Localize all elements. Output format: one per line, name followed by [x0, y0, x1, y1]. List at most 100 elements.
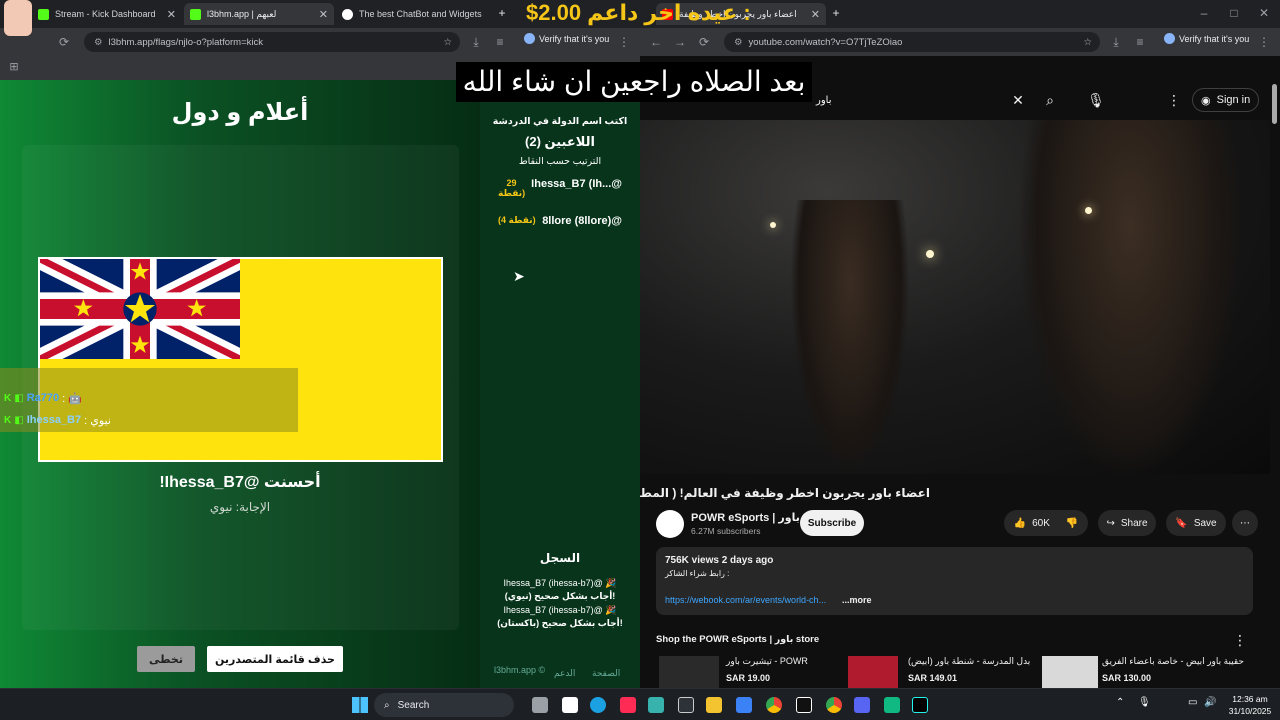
chrome-icon[interactable] — [766, 697, 782, 713]
discord-icon[interactable] — [854, 697, 870, 713]
more-actions-button[interactable]: ⋯ — [1232, 510, 1258, 536]
left-browser-window: Stream - Kick Dashboard ✕ l3bhm.app | لع… — [0, 0, 640, 688]
product-image[interactable] — [1042, 656, 1098, 688]
app-icon[interactable] — [736, 697, 752, 713]
back-icon[interactable]: ← — [648, 34, 664, 50]
settings-icon[interactable] — [678, 697, 694, 713]
url-field[interactable]: ⚙ youtube.com/watch?v=O7TjTeZOiao ☆ — [724, 32, 1100, 52]
product-price: SAR 149.01 — [908, 673, 958, 683]
footer-page[interactable]: الصفحة — [592, 668, 620, 679]
app-icon[interactable] — [796, 697, 812, 713]
verify-chip[interactable]: Verify that it's you — [1164, 33, 1249, 44]
start-icon[interactable] — [352, 697, 368, 713]
channel-name[interactable]: POWR eSports | باور — [691, 511, 800, 524]
chrome-icon[interactable] — [826, 697, 842, 713]
footer-copyright[interactable]: l3bhm.app © — [494, 665, 545, 675]
clear-leaderboard-button[interactable]: حذف قائمة المتصدرين — [207, 646, 343, 672]
chat-message: K ◧ Ra770 : 🤖 — [0, 388, 82, 408]
menu-icon[interactable]: ⋮ — [1256, 34, 1272, 50]
star-icon[interactable]: ☆ — [443, 37, 452, 48]
description-link[interactable]: https://webook.com/ar/events/world-ch... — [665, 595, 826, 605]
save-button[interactable]: 🔖 Save — [1166, 510, 1226, 536]
product-card[interactable]: حقيبة باور ابيض - خاصة باعضاء الفريق SAR… — [1102, 656, 1244, 688]
tune-icon: ⚙ — [94, 36, 103, 48]
url-field[interactable]: ⚙ l3bhm.app/flags/njlo-o?platform=kick ☆ — [84, 32, 460, 52]
tray-chevron-icon[interactable]: ⌃ — [1116, 697, 1124, 708]
close-icon[interactable]: ✕ — [811, 8, 820, 21]
skip-button[interactable]: تخطى — [137, 646, 195, 672]
menu-icon[interactable]: ⋮ — [616, 34, 632, 50]
tab-kick-dashboard[interactable]: Stream - Kick Dashboard ✕ — [32, 3, 182, 25]
product-price: SAR 130.00 — [1102, 673, 1152, 683]
kick-badge-icon: K — [4, 392, 12, 404]
system-clock[interactable]: 12:36 am 31/10/2025 — [1222, 693, 1278, 717]
thumb-up-icon: 👍 — [1013, 517, 1027, 529]
edge-icon[interactable] — [590, 697, 606, 713]
more-icon[interactable]: ⋮ — [1164, 90, 1184, 110]
folder-icon[interactable] — [706, 697, 722, 713]
apps-icon[interactable]: ⊞ — [6, 59, 22, 75]
clear-search-icon[interactable]: ✕ — [1008, 90, 1028, 110]
firefighter-right — [1020, 120, 1240, 474]
correct-answer-message: !Ihessa_B7@ أحسنت — [159, 474, 321, 491]
star-icon[interactable]: ☆ — [1083, 37, 1092, 48]
video-player[interactable] — [640, 120, 1270, 474]
media-icon[interactable]: ≡ — [492, 34, 508, 50]
product-card[interactable]: تيشيرت باور - POWR SAR 19.00 — [726, 656, 808, 688]
file-icon[interactable] — [562, 697, 578, 713]
maximize-icon[interactable]: □ — [1226, 5, 1242, 21]
volume-icon[interactable]: 🔊 — [1204, 697, 1216, 708]
search-input[interactable]: باور — [816, 88, 1032, 112]
product-image[interactable] — [848, 656, 898, 688]
product-card[interactable]: بدل المدرسة - شنطة باور (ابيض) SAR 149.0… — [908, 656, 1030, 688]
close-icon[interactable]: ✕ — [167, 8, 176, 21]
reload-icon[interactable]: ⟳ — [56, 34, 72, 50]
taskbar-search[interactable]: ⌕ Search — [374, 693, 514, 717]
app-icon[interactable] — [884, 697, 900, 713]
download-icon[interactable]: ⤓ — [468, 34, 484, 50]
download-icon[interactable]: ⤓ — [1108, 34, 1124, 50]
chatbot-favicon-icon — [342, 8, 353, 20]
close-icon[interactable]: ✕ — [319, 8, 328, 21]
kick-badge-icon: K — [4, 414, 12, 426]
footer-support[interactable]: الدعم — [554, 668, 575, 679]
product-image[interactable] — [659, 656, 719, 688]
app-icon[interactable] — [648, 697, 664, 713]
task-view-icon[interactable] — [532, 697, 548, 713]
light-dot — [770, 222, 776, 228]
tiktok-icon[interactable] — [912, 697, 928, 713]
reload-icon[interactable]: ⟳ — [696, 34, 712, 50]
tiktok-live-icon[interactable] — [620, 697, 636, 713]
thumb-down-icon[interactable]: 👎 — [1066, 518, 1078, 529]
minimize-icon[interactable]: – — [1196, 5, 1212, 21]
media-icon[interactable]: ≡ — [1132, 34, 1148, 50]
verify-label: Verify that it's you — [539, 33, 610, 44]
subscribe-button[interactable]: Subscribe — [800, 510, 864, 536]
mic-icon[interactable]: 🎙 — [1138, 697, 1151, 708]
tune-icon: ⚙ — [734, 36, 743, 48]
search-query: باور — [816, 94, 832, 106]
product-name: حقيبة باور ابيض - خاصة باعضاء الفريق — [1102, 656, 1245, 666]
share-button[interactable]: ↪ Share — [1098, 510, 1156, 536]
description-box[interactable]: 756K views 2 days ago رابط شراء الشاكر :… — [656, 547, 1253, 615]
close-window-icon[interactable]: ✕ — [1256, 5, 1272, 21]
new-tab-icon[interactable]: + — [494, 5, 510, 21]
channel-avatar[interactable] — [656, 510, 684, 538]
more-link[interactable]: ...more — [842, 595, 872, 605]
shop-more-icon[interactable]: ⋮ — [1230, 630, 1250, 650]
new-tab-icon[interactable]: + — [828, 5, 844, 21]
stream-caption: بعد الصلاه راجعين ان شاء الله — [456, 62, 812, 102]
search-icon[interactable]: ⌕ — [1040, 90, 1060, 110]
sign-in-button[interactable]: ◉ Sign in — [1192, 88, 1260, 112]
mic-icon[interactable]: 🎙 — [1086, 90, 1106, 110]
product-name: تيشيرت باور - POWR — [726, 656, 808, 666]
tab-l3bhm[interactable]: l3bhm.app | لعبهم ✕ — [184, 3, 334, 25]
verify-chip[interactable]: Verify that it's you — [524, 33, 609, 44]
page-scrollbar[interactable] — [1272, 84, 1277, 124]
tab-chatbot[interactable]: The best ChatBot and Widgets ✕ — [336, 3, 488, 25]
sub-badge-icon: ◧ — [14, 414, 24, 426]
forward-icon[interactable]: → — [672, 34, 688, 50]
like-button[interactable]: 👍 60K 👎 — [1004, 510, 1088, 536]
sub-badge-icon: ◧ — [14, 392, 24, 404]
network-icon[interactable]: ▭ — [1188, 697, 1197, 708]
